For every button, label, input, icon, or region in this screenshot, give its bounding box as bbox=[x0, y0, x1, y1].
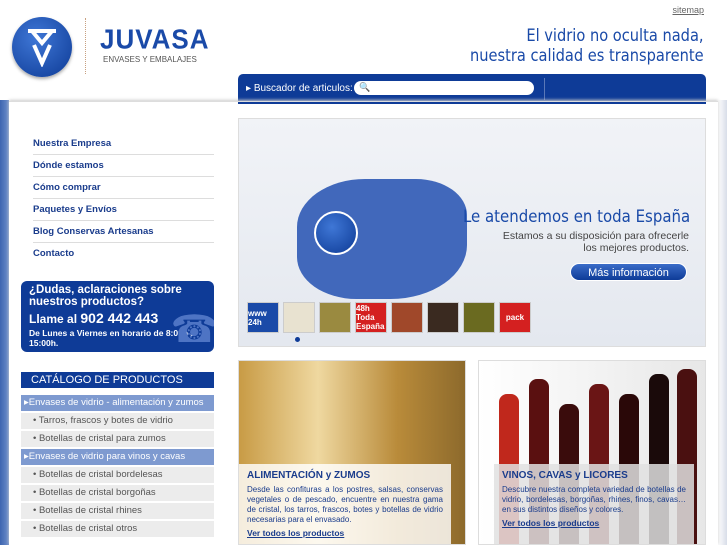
catalog-category[interactable]: ▸Envases de vidrio para vinos y cavas bbox=[21, 449, 214, 465]
call-label: Llame al bbox=[29, 312, 78, 326]
search-label-text: Buscador de articulos: bbox=[253, 83, 353, 94]
banner-text-line: los mejores productos. bbox=[583, 242, 689, 254]
card-alimentacion: ALIMENTACIÓN y ZUMOS Desde las confitura… bbox=[238, 360, 466, 545]
catalog-subcategory[interactable]: • Botellas de cristal bordelesas bbox=[21, 467, 214, 483]
main-nav: Nuestra Empresa Dónde estamos Cómo compr… bbox=[33, 133, 214, 265]
thumbnail-label: www 24h bbox=[248, 308, 267, 327]
banner-text-line: Estamos a su disposición para ofrecerle bbox=[502, 230, 689, 242]
card-content: ALIMENTACIÓN y ZUMOS Desde las confitura… bbox=[239, 464, 451, 544]
thumbnail[interactable] bbox=[283, 302, 315, 333]
hero-banner: Le atendemos en toda España Estamos a su… bbox=[238, 118, 706, 347]
catalog-item-label: Envases de vidrio - alimentación y zumos bbox=[28, 397, 204, 408]
see-all-products-link[interactable]: Ver todos los productos bbox=[247, 528, 443, 538]
catalog-item-label: Botellas de cristal borgoñas bbox=[38, 487, 156, 498]
card-text: Descubre nuestra completa variedad de bo… bbox=[502, 485, 686, 514]
nav-como-comprar[interactable]: Cómo comprar bbox=[33, 177, 214, 199]
search-label: ▸ Buscador de articulos: bbox=[246, 83, 353, 94]
see-all-products-link[interactable]: Ver todos los productos bbox=[502, 518, 686, 528]
catalog-item-label: Botellas de cristal otros bbox=[38, 523, 138, 534]
catalog-item-label: Tarros, frascos y botes de vidrio bbox=[38, 415, 173, 426]
thumbnail[interactable] bbox=[391, 302, 423, 333]
catalog-item-label: Botellas de cristal rhines bbox=[38, 505, 142, 516]
catalog-item-label: Envases de vidrio para vinos y cavas bbox=[28, 451, 186, 462]
catalog-subcategory[interactable]: • Botellas de cristal rhines bbox=[21, 503, 214, 519]
sitemap-link[interactable]: sitemap bbox=[672, 5, 704, 15]
nav-paquetes-envios[interactable]: Paquetes y Envíos bbox=[33, 199, 214, 221]
catalog-subcategory[interactable]: • Botellas de cristal borgoñas bbox=[21, 485, 214, 501]
thumbnail[interactable] bbox=[463, 302, 495, 333]
right-decor-strip bbox=[718, 100, 727, 545]
thumbnail-label: pack bbox=[505, 313, 525, 322]
help-box: ☎ ¿Dudas, aclaraciones sobre nuestros pr… bbox=[21, 281, 214, 352]
card-content: VINOS, CAVAS y LICORES Descubre nuestra … bbox=[494, 464, 694, 544]
card-title: ALIMENTACIÓN y ZUMOS bbox=[247, 470, 371, 481]
left-decor-strip bbox=[0, 100, 9, 545]
divider bbox=[544, 78, 545, 100]
thumbnail-label: 48h Toda España bbox=[356, 304, 385, 331]
divider bbox=[85, 18, 86, 74]
search-input[interactable] bbox=[354, 81, 534, 95]
thumbnail[interactable]: pack bbox=[499, 302, 531, 333]
catalog-subcategory[interactable]: • Tarros, frascos y botes de vidrio bbox=[21, 413, 214, 429]
catalog-item-label: Botellas de cristal bordelesas bbox=[38, 469, 163, 480]
thumbnail[interactable] bbox=[427, 302, 459, 333]
catalog-title: CATÁLOGO DE PRODUCTOS bbox=[21, 372, 214, 388]
nav-contacto[interactable]: Contacto bbox=[33, 243, 214, 265]
nav-blog[interactable]: Blog Conservas Artesanas bbox=[33, 221, 214, 243]
slogan: El vidrio no oculta nada, nuestra calidad… bbox=[470, 26, 704, 66]
thumbnail[interactable]: 48h Toda España bbox=[355, 302, 387, 333]
help-question: ¿Dudas, aclaraciones sobre nuestros prod… bbox=[29, 284, 182, 308]
juvasa-badge-icon bbox=[314, 211, 358, 255]
search-icon: 🔍 bbox=[359, 82, 371, 92]
search-bar: ▸ Buscador de articulos: 🔍 bbox=[238, 74, 706, 104]
thumbnail[interactable]: www 24h bbox=[247, 302, 279, 333]
phone-number: 902 442 443 bbox=[80, 310, 159, 326]
slogan-line: nuestra calidad es transparente bbox=[470, 46, 704, 66]
catalog-list: ▸Envases de vidrio - alimentación y zumo… bbox=[21, 395, 214, 539]
banner-text: Estamos a su disposición para ofrecerle l… bbox=[503, 230, 689, 254]
juvasa-logo-icon[interactable] bbox=[12, 17, 72, 77]
banner-thumbnails: www 24h 48h Toda España pack bbox=[247, 302, 531, 333]
more-info-button[interactable]: Más información bbox=[570, 263, 687, 281]
brand-subtitle: ENVASES Y EMBALAJES bbox=[103, 55, 197, 64]
catalog-item-label: Botellas de cristal para zumos bbox=[38, 433, 166, 444]
brand-name: JUVASA bbox=[100, 23, 210, 55]
catalog-subcategory[interactable]: • Botellas de cristal para zumos bbox=[21, 431, 214, 447]
phone-icon: ☎ bbox=[170, 309, 214, 351]
card-vinos: VINOS, CAVAS y LICORES Descubre nuestra … bbox=[478, 360, 706, 545]
card-title: VINOS, CAVAS y LICORES bbox=[502, 470, 628, 481]
catalog-subcategory[interactable]: • Botellas de cristal otros bbox=[21, 521, 214, 537]
nav-nuestra-empresa[interactable]: Nuestra Empresa bbox=[33, 133, 214, 155]
banner-title: Le atendemos en toda España bbox=[462, 207, 690, 227]
card-text: Desde las confituras a los postres, sals… bbox=[247, 485, 443, 524]
slide-indicator[interactable] bbox=[295, 337, 300, 342]
catalog-category[interactable]: ▸Envases de vidrio - alimentación y zumo… bbox=[21, 395, 214, 411]
thumbnail[interactable] bbox=[319, 302, 351, 333]
slogan-line: El vidrio no oculta nada, bbox=[526, 26, 704, 46]
nav-donde-estamos[interactable]: Dónde estamos bbox=[33, 155, 214, 177]
